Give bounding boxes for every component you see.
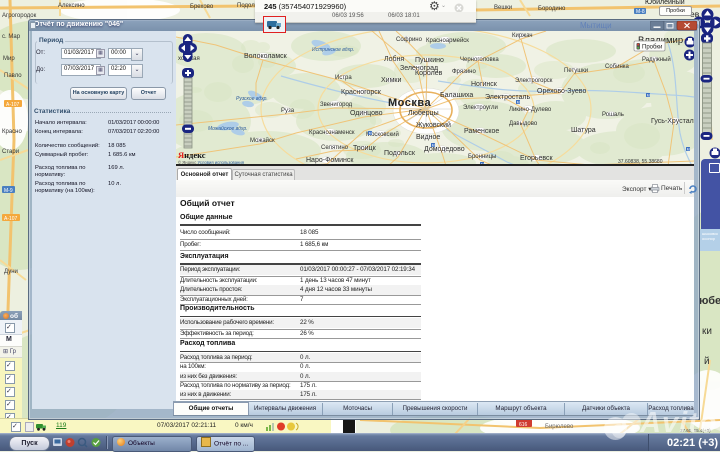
svg-text:Пушкино: Пушкино [415, 57, 444, 64]
svg-text:Алексино: Алексино [58, 3, 85, 9]
svg-text:Рошаль: Рошаль [602, 112, 624, 118]
svg-text:M: M [432, 143, 435, 147]
svg-text:Электрогорск: Электрогорск [515, 78, 553, 84]
svg-text:Электросталь: Электросталь [485, 94, 531, 101]
svg-text:А-107: А-107 [4, 216, 18, 222]
svg-text:616: 616 [519, 422, 528, 428]
svg-text:Лобня: Лобня [384, 55, 404, 63]
svg-text:Руза: Руза [281, 108, 295, 114]
svg-text:Балашиха: Балашиха [440, 92, 473, 99]
svg-text:Бронницы: Бронницы [468, 154, 496, 160]
svg-text:Брехово: Брехово [190, 4, 214, 10]
svg-text:Фрязино: Фрязино [452, 69, 476, 75]
svg-text:Собинка: Собинка [605, 64, 630, 70]
svg-text:Москва: Москва [388, 97, 431, 109]
svg-text:Можайск: Можайск [250, 137, 275, 144]
svg-text:Пробки: Пробки [642, 44, 662, 50]
svg-text:Бирюлево: Бирюлево [545, 424, 574, 430]
svg-text:M: M [369, 131, 372, 135]
svg-text:Раменское: Раменское [464, 128, 499, 135]
svg-text:Можайское вдхр.: Можайское вдхр. [208, 125, 248, 132]
svg-text:Яндекс: Яндекс [178, 150, 206, 160]
svg-text:Химки: Химки [381, 77, 401, 84]
svg-text:М-9: М-9 [4, 188, 13, 194]
svg-text:Вешки: Вешки [494, 5, 512, 11]
svg-text:Троицк: Троицк [353, 145, 377, 152]
svg-text:Краснознаменск: Краснознаменск [309, 130, 355, 136]
svg-text:Бородино: Бородино [538, 6, 566, 12]
svg-text:Ногинск: Ногинск [471, 81, 498, 88]
svg-text:с. Мар: с. Мар [2, 34, 21, 40]
svg-text:Наро-Фоминск: Наро-Фоминск [306, 157, 354, 164]
svg-text:Радужный: Радужный [642, 56, 671, 63]
svg-text:Черноголовка: Черноголовка [460, 57, 499, 63]
svg-text:Петушки: Петушки [564, 68, 588, 74]
svg-text:М-8: М-8 [636, 9, 645, 15]
svg-text:Волоколамск: Волоколамск [244, 53, 288, 60]
svg-text:Дуни: Дуни [4, 269, 18, 275]
svg-text:Люберцы: Люберцы [408, 109, 439, 117]
svg-text:Электроугли: Электроугли [463, 105, 498, 111]
svg-text:Ликино-Дулево: Ликино-Дулево [509, 107, 552, 113]
svg-text:Красногорск: Красногорск [341, 89, 382, 96]
svg-text:Киржач: Киржач [512, 33, 533, 39]
svg-text:Красноармейск: Красноармейск [426, 37, 469, 44]
svg-text:M: M [687, 147, 690, 151]
svg-text:Жуковский: Жуковский [416, 121, 451, 129]
svg-text:Стари: Стари [2, 149, 19, 155]
svg-text:Павло: Павло [4, 73, 22, 79]
svg-text:Рузское вдхр.: Рузское вдхр. [236, 96, 268, 102]
svg-text:Егорьевск: Егорьевск [520, 155, 554, 162]
svg-text:Гусь-Хрусталь: Гусь-Хрусталь [651, 118, 694, 125]
svg-text:Истринское вдхр.: Истринское вдхр. [312, 47, 354, 53]
svg-text:Софрино: Софрино [396, 37, 423, 43]
svg-text:Одинцово: Одинцово [350, 110, 383, 117]
svg-text:Орехово-Зуево: Орехово-Зуево [537, 88, 586, 95]
svg-text:Видное: Видное [416, 134, 440, 141]
svg-text:Мир: Мир [3, 56, 15, 62]
svg-text:M: M [647, 93, 650, 97]
svg-text:А-107: А-107 [6, 102, 20, 108]
svg-text:Давыдово: Давыдово [509, 121, 538, 127]
svg-text:Селятино: Селятино [321, 145, 349, 151]
svg-text:Королев: Королев [415, 70, 443, 77]
svg-text:Подольск: Подольск [384, 150, 416, 157]
svg-text:M: M [517, 100, 520, 104]
svg-text:Истра: Истра [335, 75, 352, 81]
svg-text:Красно: Красно [2, 129, 22, 135]
svg-text:Звенигород: Звенигород [320, 102, 353, 108]
svg-text:Домодедово: Домодедово [424, 146, 465, 153]
svg-text:Шатура: Шатура [571, 127, 596, 134]
